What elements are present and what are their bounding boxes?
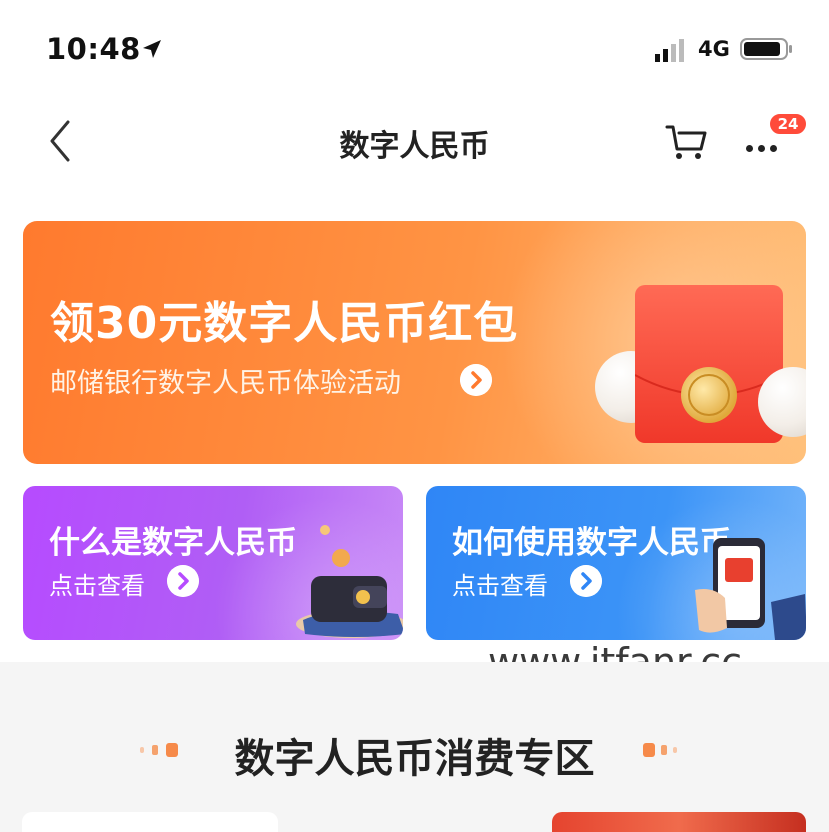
what-is-ecny-card[interactable]: 什么是数字人民币 点击查看 — [23, 486, 403, 640]
more-icon[interactable] — [746, 137, 790, 152]
arrow-right-icon[interactable] — [460, 364, 492, 396]
nav-bar: 数字人民币 24 — [0, 95, 829, 190]
network-label: 4G — [698, 37, 730, 61]
card-title: 什么是数字人民币 — [49, 525, 297, 561]
arrow-right-icon[interactable] — [167, 565, 199, 597]
status-bar: 10:48 4G — [0, 0, 829, 95]
battery-icon — [740, 38, 792, 60]
phone-hand-illustration — [695, 538, 806, 640]
how-to-use-ecny-card[interactable]: 如何使用数字人民币 点击查看 — [426, 486, 806, 640]
banner-title: 领30元数字人民币红包 — [50, 298, 519, 349]
wallet-hand-illustration — [296, 525, 403, 638]
signal-icon — [655, 39, 684, 62]
decor-right-icon — [643, 743, 677, 757]
notification-badge: 24 — [768, 112, 808, 136]
view-link[interactable]: 点击查看 — [49, 566, 145, 601]
red-envelope-icon — [635, 285, 784, 443]
status-time: 10:48 — [46, 32, 141, 66]
card-title: 如何使用数字人民币 — [452, 525, 731, 561]
cart-icon[interactable] — [663, 121, 709, 161]
view-link[interactable]: 点击查看 — [452, 566, 548, 601]
product-card[interactable] — [22, 812, 278, 832]
red-packet-banner[interactable]: 领30元数字人民币红包 邮储银行数字人民币体验活动 — [23, 221, 806, 464]
section-title: 数字人民币消费专区 — [234, 736, 595, 782]
location-arrow-icon — [143, 40, 161, 58]
banner-subtitle: 邮储银行数字人民币体验活动 — [50, 368, 401, 399]
product-card[interactable] — [552, 812, 806, 832]
arrow-right-icon[interactable] — [570, 565, 602, 597]
